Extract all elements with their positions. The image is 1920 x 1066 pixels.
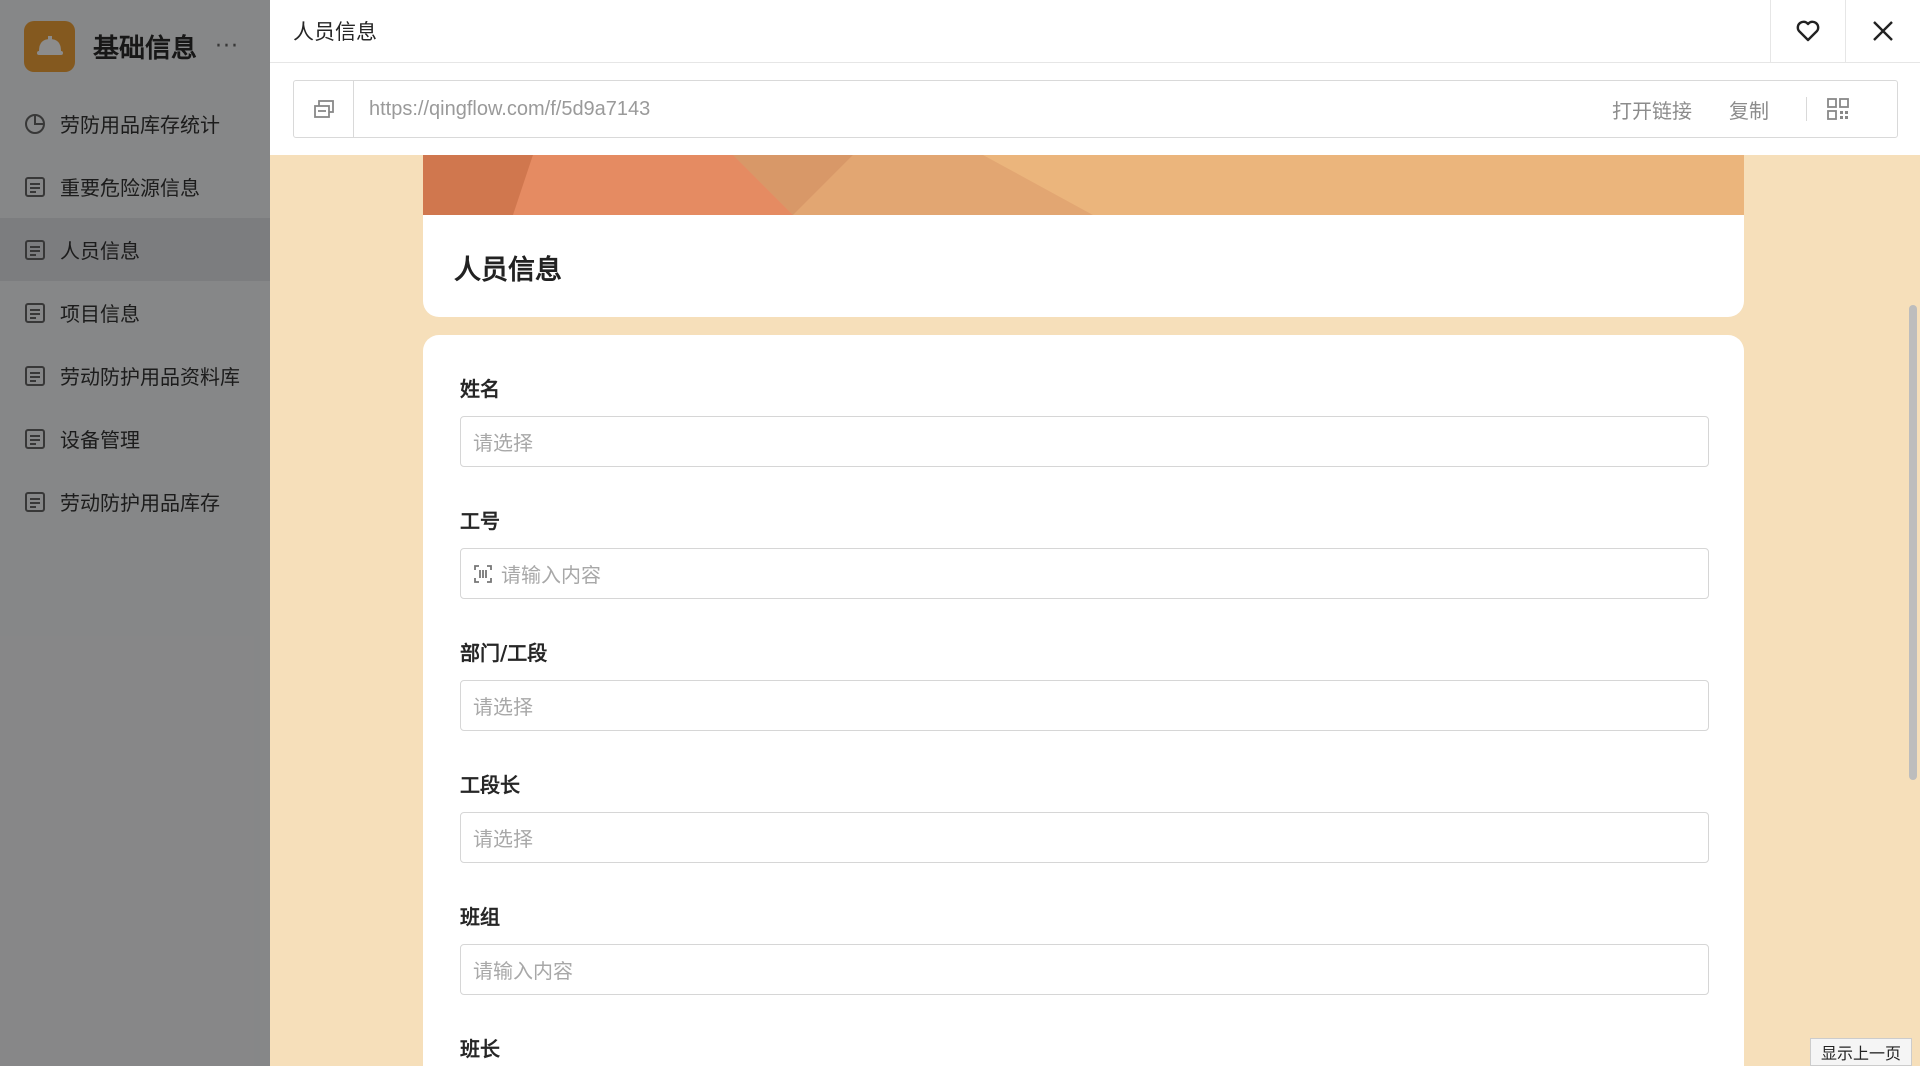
close-button[interactable] [1845,0,1920,63]
scrollbar-thumb[interactable] [1909,305,1917,780]
banner-art [423,155,1744,215]
modal-overlay[interactable] [0,0,270,1066]
form-banner [423,155,1744,215]
team-placeholder: 请输入内容 [473,959,573,983]
field-label-team: 班组 [460,905,500,929]
field-label-employee-id: 工号 [460,509,500,533]
open-link-button[interactable]: 打开链接 [1612,95,1692,124]
share-url[interactable]: https://qingflow.com/f/5d9a7143 [354,98,1612,121]
section-leader-select[interactable]: 请选择 [460,812,1709,863]
divider [1806,97,1807,121]
show-previous-page-button[interactable]: 显示上一页 [1809,1038,1912,1066]
department-select[interactable]: 请选择 [460,680,1709,731]
link-window-icon [313,100,334,118]
team-input[interactable]: 请输入内容 [460,944,1709,995]
copy-button[interactable]: 复制 [1729,95,1769,124]
employee-id-placeholder: 请输入内容 [501,563,601,587]
close-icon [1873,21,1893,41]
favorite-button[interactable] [1770,0,1845,63]
field-label-section-leader: 工段长 [460,773,520,797]
field-label-department: 部门/工段 [460,641,548,665]
form-title: 人员信息 [454,255,562,286]
form-title-card [423,215,1744,317]
employee-id-input[interactable]: 请输入内容 [460,548,1709,599]
drawer-header: 人员信息 [270,0,1920,63]
qrcode-icon[interactable] [1827,98,1849,120]
heart-icon [1796,20,1820,42]
barcode-icon [473,564,493,584]
link-panel: https://qingflow.com/f/5d9a7143 打开链接 复制 [270,63,1920,155]
section-leader-placeholder: 请选择 [473,827,533,851]
field-label-name: 姓名 [460,377,500,401]
name-select[interactable]: 请选择 [460,416,1709,467]
department-placeholder: 请选择 [473,695,533,719]
drawer-title: 人员信息 [293,20,377,44]
field-label-team-leader: 班长 [460,1037,500,1061]
copy-link-icon-button[interactable] [294,81,354,137]
form-drawer: 人员信息 https://qingflow.com/f/5d9a7143 打开链… [270,0,1920,1066]
name-placeholder: 请选择 [473,431,533,455]
share-link-bar: https://qingflow.com/f/5d9a7143 打开链接 复制 [293,80,1898,138]
